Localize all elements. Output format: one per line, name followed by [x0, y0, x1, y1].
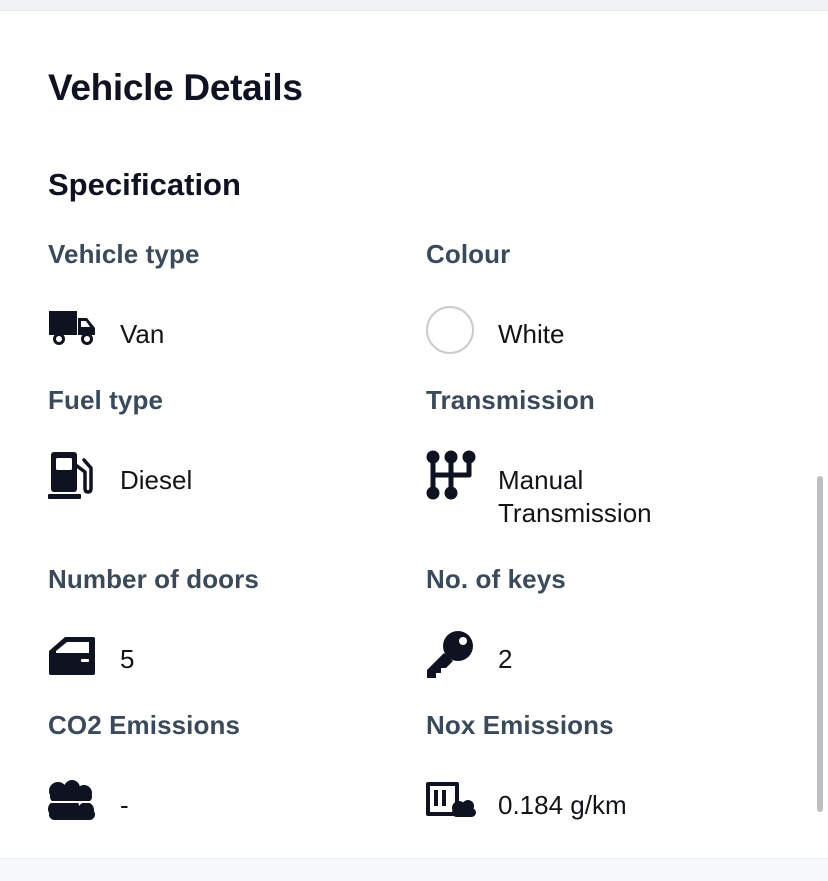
transmission-value: Manual Transmission [498, 464, 652, 530]
fuel-type-label: Fuel type [48, 385, 164, 415]
page-title: Vehicle Details [48, 67, 303, 108]
factory-smoke-icon [426, 782, 476, 817]
vehicle-type-value: Van [120, 319, 165, 349]
clouds-icon [48, 780, 95, 820]
co2-label: CO2 Emissions [48, 710, 241, 740]
gear-shift-icon [426, 450, 476, 500]
nox-label: Nox Emissions [426, 710, 614, 740]
van-icon [49, 311, 95, 345]
keys-label: No. of keys [426, 564, 566, 594]
key-icon [427, 631, 473, 678]
colour-value: White [498, 319, 565, 349]
bottom-edge [0, 858, 828, 881]
colour-swatch-icon [426, 306, 474, 354]
top-edge [0, 0, 828, 10]
fuel-type-value: Diesel [120, 465, 193, 495]
co2-value: - [120, 790, 129, 820]
car-door-icon [49, 637, 95, 675]
vehicle-details-card: Vehicle Details Specification Vehicle ty… [0, 10, 828, 859]
keys-value: 2 [498, 644, 513, 674]
vehicle-type-label: Vehicle type [48, 239, 200, 269]
transmission-value-line1: Manual [498, 465, 584, 495]
colour-label: Colour [426, 239, 511, 269]
doors-label: Number of doors [48, 564, 259, 594]
doors-value: 5 [120, 644, 135, 674]
scrollbar-thumb[interactable] [817, 476, 823, 812]
transmission-label: Transmission [426, 385, 595, 415]
fuel-pump-icon [48, 452, 93, 499]
section-title: Specification [48, 167, 241, 202]
transmission-value-line2: Transmission [498, 498, 652, 528]
nox-value: 0.184 g/km [498, 790, 627, 820]
